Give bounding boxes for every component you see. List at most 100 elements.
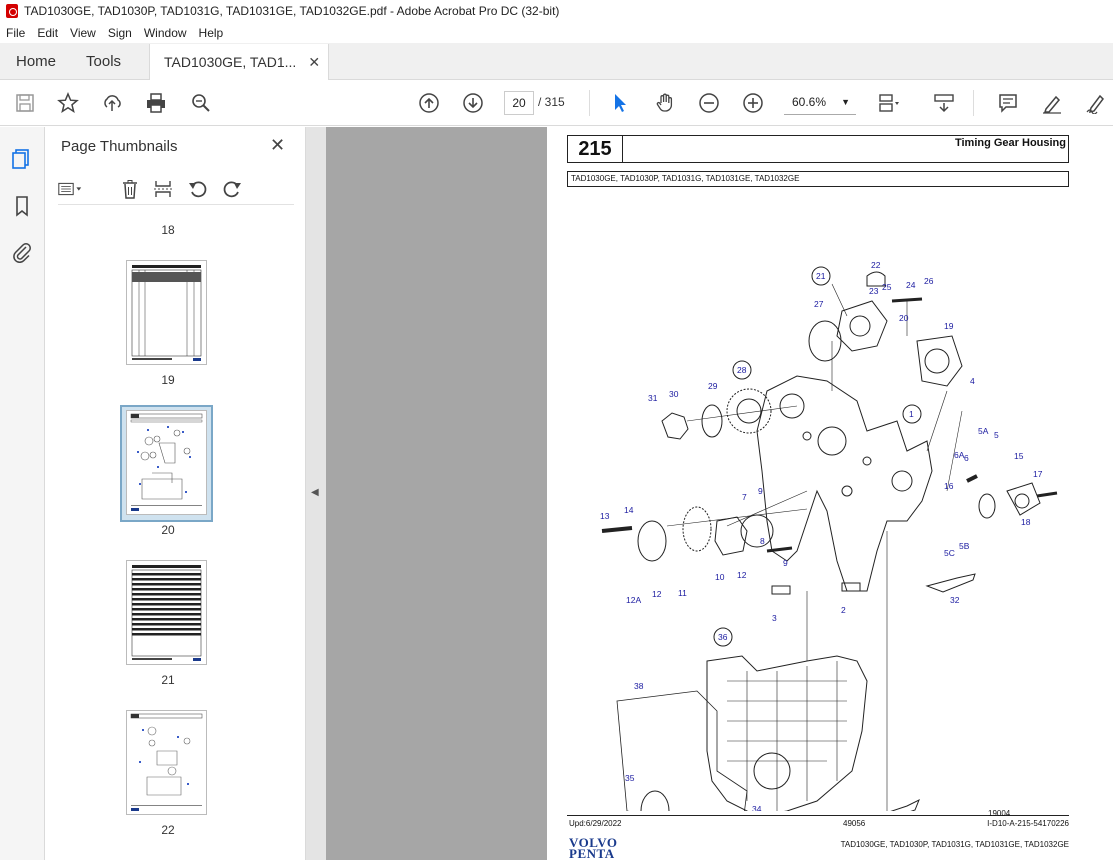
footer-updated-date: Upd:6/29/2022 xyxy=(569,819,622,828)
callout-35: 35 xyxy=(625,773,635,783)
footer-code-top: 19004 xyxy=(988,809,1011,818)
highlight-pen-icon[interactable] xyxy=(1040,91,1064,115)
menu-file[interactable]: File xyxy=(6,26,25,40)
exploded-parts-diagram: 22212324 26252720192831 3029 415A 56A 6 151797… xyxy=(600,260,1058,811)
callout-6: 6 xyxy=(964,453,969,463)
callout-21: 21 xyxy=(816,271,826,281)
close-panel-icon[interactable]: ✕ xyxy=(270,135,285,156)
panel-collapse-gutter[interactable]: ◀ xyxy=(306,127,326,860)
page-thumbnails-panel: Page Thumbnails ✕ 18 19 20 21 22 xyxy=(46,127,341,860)
tab-home[interactable]: Home xyxy=(0,43,72,79)
zoom-search-icon[interactable] xyxy=(189,91,213,115)
toolbar-divider xyxy=(589,90,590,116)
hand-tool-icon[interactable] xyxy=(653,91,677,115)
section-number: 215 xyxy=(568,136,623,162)
zoom-out-icon[interactable] xyxy=(697,91,721,115)
footer-number: 49056 xyxy=(843,819,866,828)
document-viewer[interactable]: 215 Timing Gear Housing TAD1030GE, TAD10… xyxy=(326,127,1113,860)
callout-3: 3 xyxy=(772,613,777,623)
tab-document-label: TAD1030GE, TAD1... xyxy=(164,54,297,70)
tab-document[interactable]: TAD1030GE, TAD1... ✕ xyxy=(149,44,330,80)
callout-20: 20 xyxy=(899,313,909,323)
callout-25: 25 xyxy=(882,282,892,292)
volvo-penta-logo: VOLVO PENTA xyxy=(569,836,617,860)
print-icon[interactable] xyxy=(144,91,168,115)
callout-7: 7 xyxy=(742,492,747,502)
callout-17: 17 xyxy=(1033,469,1043,479)
callout-38: 38 xyxy=(634,681,644,691)
callout-9-2: 9 xyxy=(783,558,788,568)
zoom-in-icon[interactable] xyxy=(741,91,765,115)
left-navigation-rail xyxy=(0,127,45,860)
page-number-input[interactable]: 20 xyxy=(504,91,534,115)
delete-page-icon[interactable] xyxy=(118,177,142,201)
thumbnails-toolbar xyxy=(58,175,294,205)
bookmark-star-icon[interactable] xyxy=(56,91,80,115)
section-title: Timing Gear Housing xyxy=(954,137,1066,149)
thumbnail-page-19[interactable] xyxy=(126,260,207,365)
callout-34: 34 xyxy=(752,804,762,811)
attachments-paperclip-icon[interactable] xyxy=(10,240,34,264)
scroll-mode-icon[interactable] xyxy=(932,91,956,115)
share-upload-icon[interactable] xyxy=(100,91,124,115)
section-header: 215 Timing Gear Housing xyxy=(567,135,1069,163)
callout-4: 4 xyxy=(970,376,975,386)
select-cursor-icon[interactable] xyxy=(608,91,632,115)
thumbnail-label-21: 21 xyxy=(161,673,175,687)
callout-26: 26 xyxy=(924,276,934,286)
footer-models: TAD1030GE, TAD1030P, TAD1031G, TAD1031GE… xyxy=(840,840,1069,849)
callout-13: 13 xyxy=(600,511,610,521)
thumbnail-label-18: 18 xyxy=(161,223,175,237)
thumbnail-list: 18 19 20 21 22 xyxy=(58,217,288,857)
main-toolbar: 20 / 315 60.6% ▼ xyxy=(0,80,1113,126)
callout-8: 8 xyxy=(760,536,765,546)
callout-12: 12 xyxy=(652,589,662,599)
callout-5A: 5A xyxy=(978,426,989,436)
thumbnail-page-20[interactable] xyxy=(126,410,207,515)
callout-28: 28 xyxy=(737,365,747,375)
menu-window[interactable]: Window xyxy=(144,26,187,40)
previous-page-icon[interactable] xyxy=(417,91,441,115)
callout-15: 15 xyxy=(1014,451,1024,461)
panel-title: Page Thumbnails xyxy=(61,138,178,155)
callout-11: 11 xyxy=(678,588,687,598)
acrobat-pdf-icon xyxy=(6,4,18,18)
callout-29: 29 xyxy=(708,381,718,391)
thumbnail-page-22[interactable] xyxy=(126,710,207,815)
menu-edit[interactable]: Edit xyxy=(37,26,58,40)
comment-icon[interactable] xyxy=(996,91,1020,115)
menu-view[interactable]: View xyxy=(70,26,96,40)
callout-22: 22 xyxy=(871,260,881,270)
rotate-counterclockwise-icon[interactable] xyxy=(186,177,210,201)
bookmarks-icon[interactable] xyxy=(10,194,34,218)
close-tab-icon[interactable]: ✕ xyxy=(308,54,320,71)
callout-14: 14 xyxy=(624,505,634,515)
sign-pen-icon[interactable] xyxy=(1084,91,1108,115)
callout-2: 2 xyxy=(841,605,846,615)
callout-10: 10 xyxy=(715,572,725,582)
rotate-clockwise-icon[interactable] xyxy=(220,177,244,201)
insert-page-icon[interactable] xyxy=(151,177,175,201)
callout-30: 30 xyxy=(669,389,679,399)
callout-5: 5 xyxy=(994,430,999,440)
window-title: TAD1030GE, TAD1030P, TAD1031G, TAD1031GE… xyxy=(24,4,560,18)
callout-23: 23 xyxy=(869,286,879,296)
menu-sign[interactable]: Sign xyxy=(108,26,132,40)
thumbnail-options-icon[interactable] xyxy=(58,177,82,201)
chevron-down-icon: ▼ xyxy=(841,97,850,107)
thumbnail-page-21[interactable] xyxy=(126,560,207,665)
next-page-icon[interactable] xyxy=(461,91,485,115)
callout-9: 9 xyxy=(758,486,763,496)
tab-tools[interactable]: Tools xyxy=(72,43,135,79)
callout-27: 27 xyxy=(814,299,824,309)
menu-help[interactable]: Help xyxy=(199,26,224,40)
callout-5B: 5B xyxy=(959,541,970,551)
title-bar: TAD1030GE, TAD1030P, TAD1031G, TAD1031GE… xyxy=(0,0,1113,22)
thumbnail-label-19: 19 xyxy=(161,373,175,387)
callout-36: 36 xyxy=(718,632,728,642)
save-icon[interactable] xyxy=(13,91,37,115)
page-thumbnails-icon[interactable] xyxy=(10,147,34,171)
zoom-level-select[interactable]: 60.6% ▼ xyxy=(784,91,856,115)
collapse-panel-icon[interactable]: ◀ xyxy=(311,487,319,498)
page-fit-icon[interactable] xyxy=(876,91,900,115)
